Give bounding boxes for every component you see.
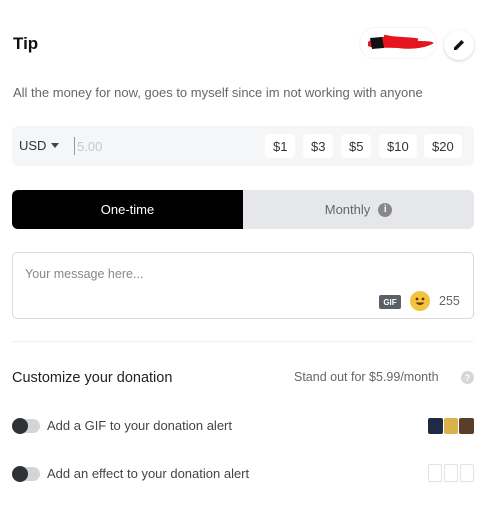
- preset-button-5[interactable]: $5: [341, 134, 372, 158]
- tab-monthly[interactable]: Monthly i: [243, 190, 474, 229]
- tab-one-time[interactable]: One-time: [12, 190, 243, 229]
- message-input[interactable]: Your message here...: [25, 267, 143, 281]
- effect-alert-label: Add an effect to your donation alert: [47, 466, 250, 481]
- currency-label: USD: [19, 138, 47, 153]
- amount-row: USD $1 $3 $5 $10 $20: [12, 126, 474, 166]
- pencil-icon: [454, 40, 464, 50]
- chevron-down-icon: [51, 143, 60, 148]
- amount-input[interactable]: [74, 137, 224, 155]
- description-text: All the money for now, goes to myself si…: [13, 85, 423, 100]
- preset-button-3[interactable]: $3: [303, 134, 334, 158]
- currency-select[interactable]: USD: [19, 138, 60, 153]
- gif-alert-toggle[interactable]: [12, 418, 40, 434]
- customize-title: Customize your donation: [12, 370, 173, 386]
- gif-button[interactable]: GIF: [379, 295, 401, 309]
- question-icon[interactable]: ?: [461, 371, 474, 384]
- standout-text: Stand out for $5.99/month: [294, 370, 439, 384]
- frequency-toggle: One-time Monthly i: [12, 190, 474, 229]
- toggle-knob: [12, 418, 28, 434]
- message-box[interactable]: Your message here... GIF 255: [12, 252, 474, 319]
- preset-button-20[interactable]: $20: [424, 134, 462, 158]
- preset-button-10[interactable]: $10: [379, 134, 417, 158]
- tab-monthly-label: Monthly: [324, 202, 371, 217]
- smile-emoji-icon[interactable]: [410, 291, 430, 311]
- divider: [12, 341, 474, 342]
- edit-button[interactable]: [444, 30, 474, 60]
- char-count: 255: [439, 294, 460, 308]
- toggle-knob: [12, 466, 28, 482]
- page-title: Tip: [13, 34, 39, 53]
- info-icon[interactable]: i: [378, 202, 393, 217]
- effect-alert-toggle[interactable]: [12, 466, 40, 482]
- preset-button-1[interactable]: $1: [265, 134, 296, 158]
- redacted-avatar-icon: [368, 34, 434, 49]
- gif-alert-label: Add a GIF to your donation alert: [47, 418, 232, 433]
- avatar[interactable]: [360, 28, 436, 58]
- effect-preview-thumbnails: [428, 464, 474, 482]
- gif-preview-thumbnails: [428, 418, 475, 434]
